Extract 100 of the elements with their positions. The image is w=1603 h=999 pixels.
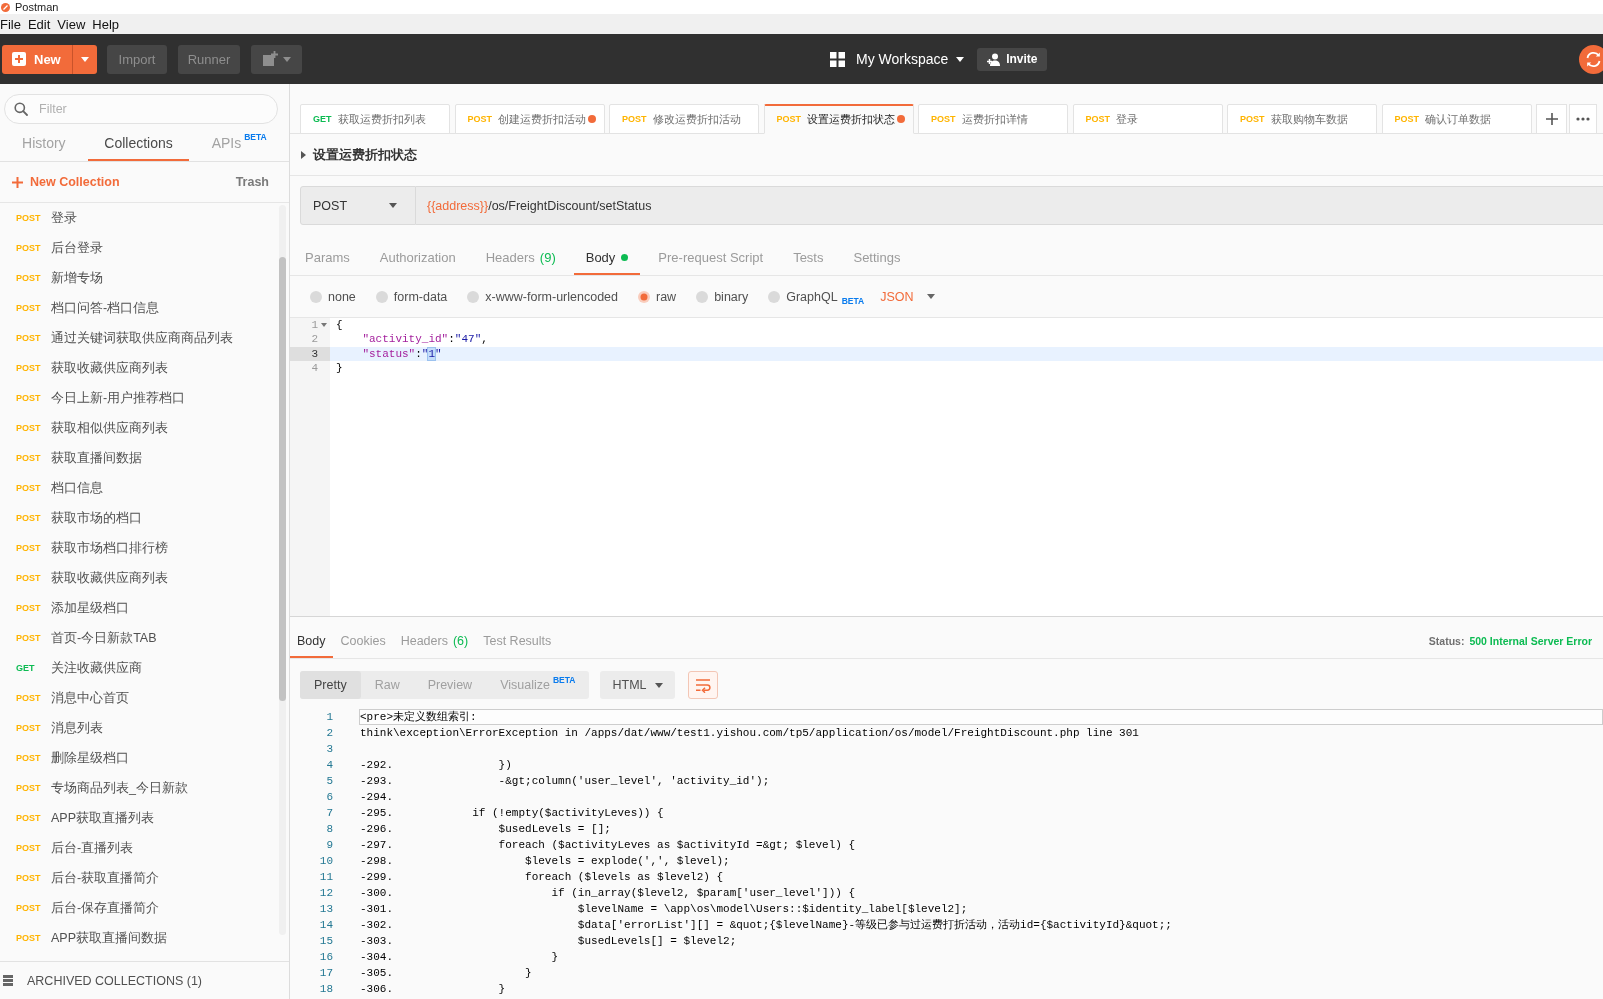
- radio-icon[interactable]: [467, 290, 480, 303]
- scrollbar-thumb[interactable]: [279, 257, 286, 701]
- line-number: 8: [325, 822, 333, 837]
- menu-item[interactable]: Help: [92, 16, 120, 32]
- radio-icon[interactable]: [375, 290, 388, 303]
- body-type-option[interactable]: raw: [638, 289, 677, 304]
- body-type-option[interactable]: form-data: [375, 289, 448, 304]
- sidebar-item[interactable]: GET 关注收藏供应商: [0, 653, 289, 683]
- sidebar-item[interactable]: POST 添加星级档口: [0, 593, 289, 623]
- line-number: 2: [310, 332, 319, 347]
- archived-collections-button[interactable]: ARCHIVED COLLECTIONS (1): [0, 961, 289, 999]
- search-field[interactable]: Filter: [4, 94, 278, 124]
- sidebar-item[interactable]: POST 首页-今日新款TAB: [0, 623, 289, 653]
- request-tab[interactable]: POST 创建运费折扣活动: [454, 104, 605, 134]
- sidebar-item[interactable]: POST 获取直播间数据: [0, 443, 289, 473]
- menu-item[interactable]: Edit: [27, 16, 51, 32]
- body-type-option[interactable]: x-www-form-urlencoded: [467, 289, 618, 304]
- line-number: 1: [325, 710, 333, 725]
- body-type-option[interactable]: none: [310, 289, 356, 304]
- sidebar-item[interactable]: POST 专场商品列表_今日新款: [0, 773, 289, 803]
- wrap-lines-button[interactable]: [688, 671, 719, 699]
- code-line: -297. foreach ($activityLeves as $activityId =&gt; $level) {: [359, 838, 857, 853]
- sidebar-item[interactable]: POST 删除星级档口: [0, 743, 289, 773]
- sidebar-item[interactable]: POST 新增专场: [0, 263, 289, 293]
- view-mode-button[interactable]: Visualize $^{BETA}$: [486, 671, 590, 699]
- radio-icon[interactable]: [696, 290, 709, 303]
- line-number: 4: [310, 361, 319, 376]
- method-dropdown[interactable]: POST: [300, 186, 416, 225]
- code-line: -296. $usedLevels = [];: [359, 822, 612, 837]
- request-tab[interactable]: POST 登录: [1072, 104, 1223, 134]
- more-button[interactable]: [1569, 104, 1597, 134]
- new-window-button[interactable]: [251, 44, 302, 74]
- view-mode-button[interactable]: Pretty: [300, 671, 361, 699]
- line-number: 1: [310, 318, 319, 333]
- line-number: 4: [325, 758, 333, 773]
- wrap-icon: [695, 677, 712, 693]
- caret-icon[interactable]: [301, 150, 306, 159]
- sidebar-item[interactable]: POST 后台登录: [0, 233, 289, 263]
- code-line: -303. $usedLevels[] = $level2;: [359, 934, 738, 949]
- sidebar-item[interactable]: POST 消息中心首页: [0, 683, 289, 713]
- sidebar-tab[interactable]: Collections: [87, 124, 190, 161]
- code-line: -299. foreach ($levels as $level2) {: [359, 870, 725, 885]
- sidebar-item[interactable]: POST 获取相似供应商列表: [0, 413, 289, 443]
- request-tab[interactable]: POST 运费折扣详情: [918, 104, 1068, 134]
- code-line: think\exception\ErrorException in /apps/dat/www/test1.yishou.com/tp5/application/os/model/FreightDiscount.php line 301: [359, 726, 1140, 741]
- url-field[interactable]: {{address}}/os/FreightDiscount/setStatus: [416, 186, 1603, 225]
- sidebar-item[interactable]: POST 获取收藏供应商列表: [0, 353, 289, 383]
- sync-icon[interactable]: [1579, 44, 1603, 74]
- sidebar-item[interactable]: POST 获取收藏供应商列表: [0, 563, 289, 593]
- window-title: Postman: [15, 1, 59, 13]
- request-tab[interactable]: POST 获取购物车数据: [1227, 104, 1377, 134]
- sidebar-item[interactable]: POST 登录: [0, 203, 289, 233]
- code-line: }: [335, 361, 344, 376]
- sidebar-item[interactable]: POST 后台-保存直播简介: [0, 893, 289, 923]
- sidebar-item[interactable]: POST 获取市场档口排行榜: [0, 533, 289, 563]
- new-dropdown-button[interactable]: [72, 44, 97, 74]
- request-section-tab[interactable]: Body: [573, 242, 641, 275]
- body-type-option[interactable]: binary: [696, 289, 749, 304]
- sidebar-item[interactable]: POST 档口问答-档口信息: [0, 293, 289, 323]
- line-number: 3: [325, 742, 333, 757]
- request-tab[interactable]: POST 确认订单数据: [1381, 104, 1532, 134]
- line-number: 13: [318, 902, 333, 917]
- archive-icon: [3, 975, 13, 986]
- sidebar-tab[interactable]: APIs $^{BETA}$: [189, 124, 289, 161]
- line-number: 9: [325, 838, 333, 853]
- view-mode-toggle[interactable]: Pretty Raw Preview Visualize $^{BETA}$: [300, 671, 590, 699]
- format-dropdown[interactable]: HTML: [600, 671, 676, 699]
- sidebar-item[interactable]: POST 档口信息: [0, 473, 289, 503]
- caret-icon: [956, 56, 965, 62]
- sidebar-item[interactable]: POST 通过关键词获取供应商商品列表: [0, 323, 289, 353]
- line-number: 7: [325, 806, 333, 821]
- line-number: 16: [318, 950, 333, 965]
- sidebar-item[interactable]: POST 后台-获取直播简介: [0, 863, 289, 893]
- code-line: -294.: [359, 790, 394, 805]
- invite-button[interactable]: Invite: [977, 47, 1048, 71]
- menu-item[interactable]: File: [0, 16, 21, 32]
- scrollbar-track[interactable]: [279, 205, 286, 935]
- request-tab[interactable]: GET 获取运费折扣列表: [300, 104, 450, 134]
- new-tab-button[interactable]: [1536, 104, 1567, 134]
- request-tab[interactable]: POST 修改运费折扣活动: [609, 104, 759, 134]
- radio-icon[interactable]: [638, 290, 650, 303]
- sidebar-item[interactable]: POST 消息列表: [0, 713, 289, 743]
- request-tab[interactable]: POST 设置运费折扣状态: [763, 104, 914, 134]
- line-number: 12: [318, 886, 333, 901]
- radio-icon[interactable]: [768, 290, 781, 303]
- sidebar-item[interactable]: POST 今日上新-用户推荐档口: [0, 383, 289, 413]
- sidebar-item[interactable]: POST 获取市场的档口: [0, 503, 289, 533]
- trash-button[interactable]: Trash: [235, 175, 269, 189]
- menu-item[interactable]: View: [57, 16, 86, 32]
- radio-icon[interactable]: [310, 290, 322, 303]
- workspace-dropdown[interactable]: My Workspace: [830, 51, 965, 67]
- sidebar-item[interactable]: POST APP获取直播间数据: [0, 923, 289, 953]
- window-plus-icon: [262, 51, 278, 67]
- caret-icon[interactable]: [321, 323, 327, 328]
- caret-icon: [655, 682, 664, 688]
- code-editor[interactable]: 1 { 2 "activity_id":"47", 3 "status":"1" 4 }: [290, 317, 1603, 617]
- response-tab[interactable]: Body: [290, 625, 333, 658]
- sidebar-item[interactable]: POST APP获取直播列表: [0, 803, 289, 833]
- code-line: -292. }): [359, 758, 513, 773]
- sidebar-item[interactable]: POST 后台-直播列表: [0, 833, 289, 863]
